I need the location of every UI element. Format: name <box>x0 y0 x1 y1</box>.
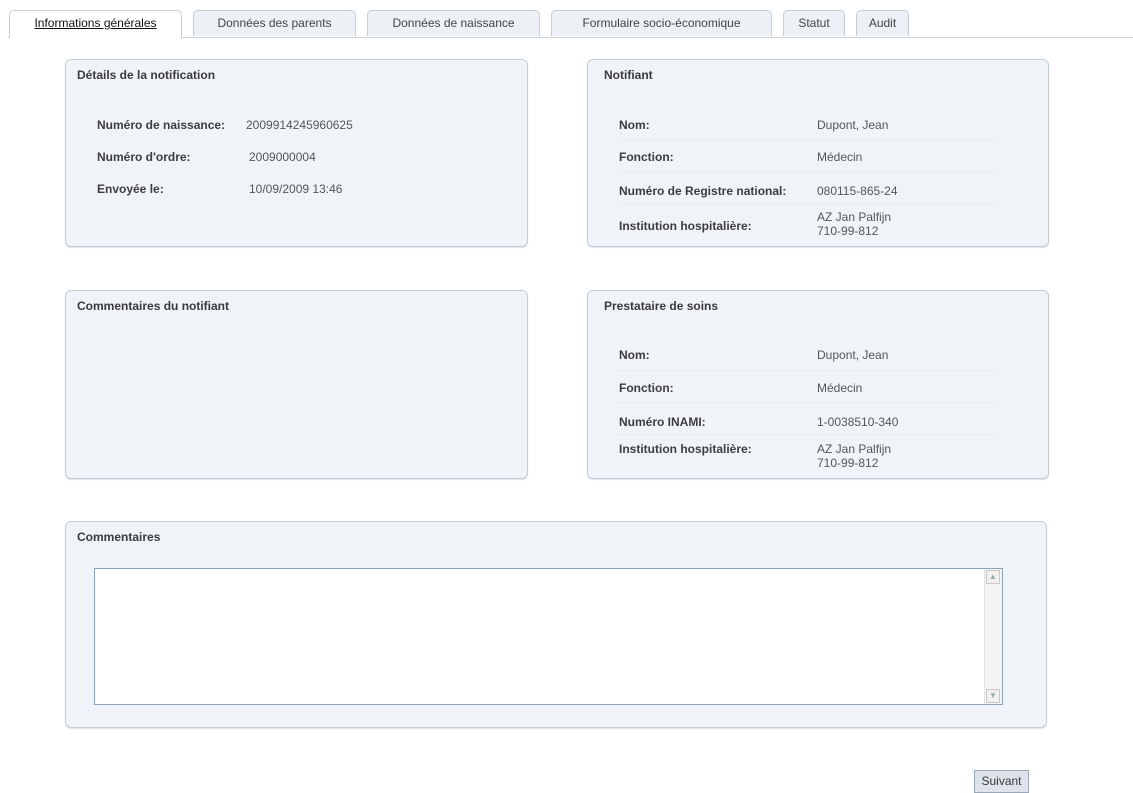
inami-number-value: 1-0038510-340 <box>817 415 899 429</box>
order-number-value: 2009000004 <box>249 150 316 164</box>
provider-hospital-label: Institution hospitalière: <box>619 442 752 456</box>
row-divider <box>618 139 994 140</box>
row-divider <box>618 402 994 403</box>
row-divider <box>618 171 994 172</box>
provider-hospital-value: AZ Jan Palfijn 710-99-812 <box>817 442 892 470</box>
row-divider <box>618 370 994 371</box>
tab-informations-generales[interactable]: Informations générales <box>9 10 182 38</box>
notifiant-comments-panel: Commentaires du notifiant <box>65 290 528 479</box>
provider-name-value: Dupont, Jean <box>817 348 889 362</box>
tab-donnees-parents[interactable]: Données des parents <box>193 10 356 36</box>
national-register-value: 080115-865-24 <box>817 184 898 198</box>
notifiant-name-value: Dupont, Jean <box>817 118 889 132</box>
tab-donnees-naissance[interactable]: Données de naissance <box>367 10 540 36</box>
sent-date-value: 10/09/2009 13:46 <box>249 182 343 196</box>
order-number-label: Numéro d'ordre: <box>97 150 191 164</box>
notifiant-hospital-value: AZ Jan Palfijn 710-99-812 <box>817 210 892 238</box>
tab-bar: Informations générales Données des paren… <box>0 0 1133 38</box>
next-button[interactable]: Suivant <box>974 770 1029 793</box>
notifiant-hospital-label: Institution hospitalière: <box>619 219 752 233</box>
tab-formulaire-socio-economique[interactable]: Formulaire socio-économique <box>551 10 772 36</box>
birth-number-label: Numéro de naissance: <box>97 118 226 132</box>
row-divider <box>618 203 994 204</box>
tab-statut[interactable]: Statut <box>783 10 845 36</box>
notifiant-title: Notifiant <box>604 68 653 82</box>
row-divider <box>618 434 994 435</box>
care-provider-panel: Prestataire de soins Nom: Dupont, Jean F… <box>587 290 1049 479</box>
national-register-label: Numéro de Registre national: <box>619 184 787 198</box>
comments-textarea[interactable] <box>94 568 1003 705</box>
provider-function-label: Fonction: <box>619 381 674 395</box>
tab-audit[interactable]: Audit <box>856 10 909 36</box>
birth-number-value: 2009914245960625 <box>246 118 353 132</box>
comments-panel: Commentaires ▲ ▼ <box>65 521 1047 728</box>
provider-name-label: Nom: <box>619 348 650 362</box>
care-provider-title: Prestataire de soins <box>604 299 719 313</box>
provider-function-value: Médecin <box>817 381 863 395</box>
notifiant-function-value: Médecin <box>817 150 863 164</box>
notification-details-panel: Détails de la notification Numéro de nai… <box>65 59 528 247</box>
notification-details-title: Détails de la notification <box>77 68 216 82</box>
notifiant-comments-title: Commentaires du notifiant <box>77 299 230 313</box>
notifiant-panel: Notifiant Nom: Dupont, Jean Fonction: Mé… <box>587 59 1049 247</box>
notifiant-function-label: Fonction: <box>619 150 674 164</box>
inami-number-label: Numéro INAMI: <box>619 415 706 429</box>
sent-date-label: Envoyée le: <box>97 182 164 196</box>
comments-title: Commentaires <box>77 530 161 544</box>
notifiant-name-label: Nom: <box>619 118 650 132</box>
